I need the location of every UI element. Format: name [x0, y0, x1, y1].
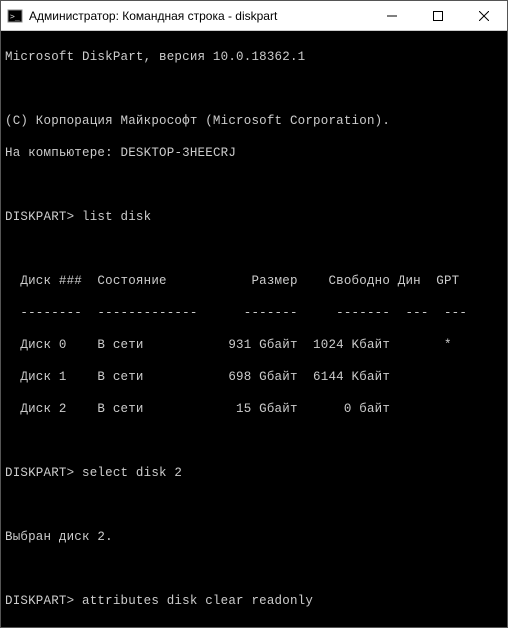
app-icon: >_ [7, 8, 23, 24]
maximize-button[interactable] [415, 1, 461, 30]
command-text: attributes disk clear readonly [82, 594, 313, 608]
blank-line [5, 433, 503, 449]
command-text: list disk [82, 210, 151, 224]
table-row: Диск 2 В сети 15 Gбайт 0 байт [5, 401, 503, 417]
prompt-line: DISKPART> attributes disk clear readonly [5, 593, 503, 609]
blank-line [5, 177, 503, 193]
table-row: Диск 0 В сети 931 Gбайт 1024 Kбайт * [5, 337, 503, 353]
blank-line [5, 497, 503, 513]
banner-line: Microsoft DiskPart, версия 10.0.18362.1 [5, 49, 503, 65]
window-title: Администратор: Командная строка - diskpa… [29, 9, 369, 23]
minimize-button[interactable] [369, 1, 415, 30]
blank-line [5, 241, 503, 257]
close-button[interactable] [461, 1, 507, 30]
computer-name: DESKTOP-3HEECRJ [121, 146, 237, 160]
prompt-line: DISKPART> list disk [5, 209, 503, 225]
computer-label: На компьютере: [5, 146, 121, 160]
prompt: DISKPART> [5, 594, 74, 608]
prompt: DISKPART> [5, 466, 74, 480]
window-titlebar: >_ Администратор: Командная строка - dis… [1, 1, 507, 31]
table-rule: -------- ------------- ------- ------- -… [5, 305, 503, 321]
window-controls [369, 1, 507, 30]
blank-line [5, 625, 503, 627]
prompt: DISKPART> [5, 210, 74, 224]
blank-line [5, 561, 503, 577]
computer-line: На компьютере: DESKTOP-3HEECRJ [5, 145, 503, 161]
copyright-line: (C) Корпорация Майкрософт (Microsoft Cor… [5, 113, 503, 129]
prompt-line: DISKPART> select disk 2 [5, 465, 503, 481]
output-line: Выбран диск 2. [5, 529, 503, 545]
svg-text:>_: >_ [10, 12, 20, 21]
blank-line [5, 81, 503, 97]
table-header: Диск ### Состояние Размер Свободно Дин G… [5, 273, 503, 289]
command-text: select disk 2 [82, 466, 182, 480]
terminal-output[interactable]: Microsoft DiskPart, версия 10.0.18362.1 … [1, 31, 507, 627]
table-row: Диск 1 В сети 698 Gбайт 6144 Kбайт [5, 369, 503, 385]
